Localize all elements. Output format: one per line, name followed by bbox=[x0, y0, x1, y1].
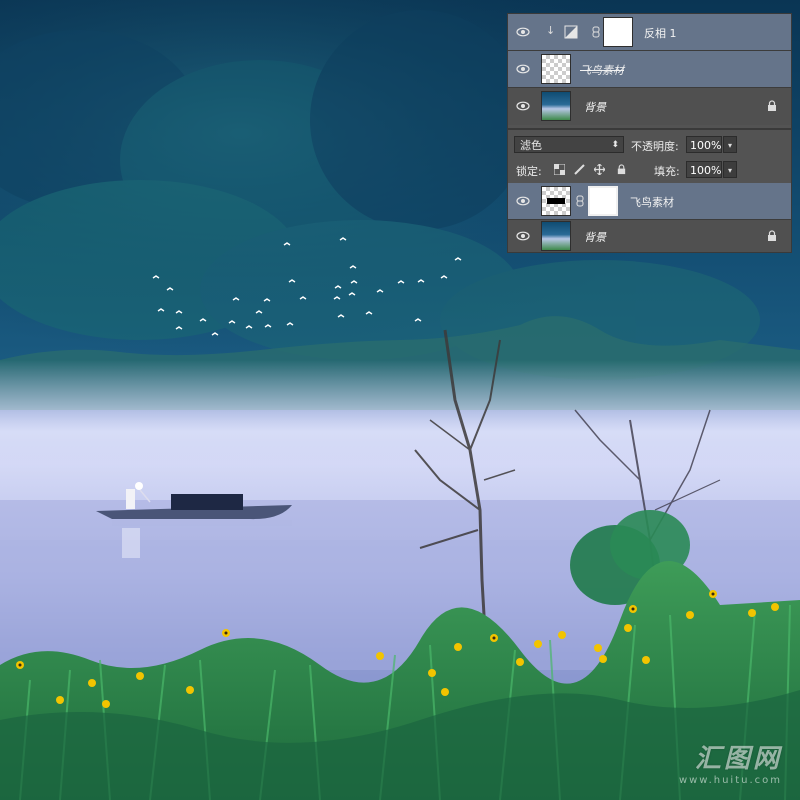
watermark-main: 汇图网 bbox=[694, 744, 782, 774]
opacity-label: 不透明度: bbox=[631, 140, 679, 153]
blend-row: 滤色 ⬍ 不透明度: 100% ▾ bbox=[508, 133, 791, 157]
fill-input[interactable]: 100% bbox=[686, 161, 722, 178]
eye-icon[interactable] bbox=[516, 195, 530, 207]
blend-mode-value: 滤色 bbox=[520, 139, 542, 152]
opacity-value: 100% bbox=[690, 139, 722, 152]
eye-icon[interactable] bbox=[516, 100, 530, 112]
invert-adjustment-icon bbox=[564, 25, 578, 39]
layers-panel-bottom: 滤色 ⬍ 不透明度: 100% ▾ 锁定: 填充: 100% ▾ 飞鸟素材 背景 bbox=[507, 129, 792, 253]
eye-icon[interactable] bbox=[516, 26, 530, 38]
lock-icon bbox=[768, 100, 776, 111]
layer-mask-thumbnail[interactable] bbox=[588, 186, 618, 216]
eye-icon[interactable] bbox=[516, 63, 530, 75]
layer-row-background[interactable]: 背景 bbox=[508, 220, 791, 252]
fill-value: 100% bbox=[690, 164, 722, 177]
opacity-input[interactable]: 100% bbox=[686, 136, 722, 153]
layer-thumbnail[interactable] bbox=[541, 91, 571, 121]
layer-name-label[interactable]: 背景 bbox=[584, 99, 606, 115]
lock-icon[interactable] bbox=[616, 164, 627, 175]
layer-thumbnail[interactable] bbox=[541, 186, 571, 216]
chevron-down-icon: ⬍ bbox=[611, 140, 619, 150]
watermark-sub: www.huitu.com bbox=[678, 775, 782, 786]
layer-row-invert[interactable]: ↓ 反相 1 bbox=[508, 14, 791, 51]
adjustment-clip-icon: ↓ bbox=[546, 24, 556, 37]
layers-panel-top: ↓ 反相 1 飞鸟素材 背景 bbox=[507, 13, 792, 129]
lock-row: 锁定: 填充: 100% ▾ bbox=[508, 158, 791, 182]
layer-row-birds[interactable]: 飞鸟素材 bbox=[508, 51, 791, 88]
fill-stepper[interactable]: ▾ bbox=[723, 161, 737, 178]
layer-row-background[interactable]: 背景 bbox=[508, 88, 791, 125]
fill-label: 填充: bbox=[654, 165, 680, 178]
transparency-lock-icon[interactable] bbox=[554, 164, 565, 175]
chain-icon[interactable] bbox=[576, 195, 584, 207]
chain-icon[interactable] bbox=[592, 26, 600, 38]
layer-mask-thumbnail[interactable] bbox=[603, 17, 633, 47]
layer-name-label[interactable]: 背景 bbox=[584, 229, 606, 245]
eye-icon[interactable] bbox=[516, 230, 530, 242]
lock-label: 锁定: bbox=[516, 165, 542, 178]
layer-name-label[interactable]: 飞鸟素材 bbox=[580, 62, 624, 78]
layer-thumbnail[interactable] bbox=[541, 221, 571, 251]
layer-row-birds-masked[interactable]: 飞鸟素材 bbox=[508, 183, 791, 220]
brush-icon[interactable] bbox=[574, 164, 585, 175]
opacity-stepper[interactable]: ▾ bbox=[723, 136, 737, 153]
blend-mode-dropdown[interactable]: 滤色 ⬍ bbox=[514, 136, 624, 153]
layer-name-label[interactable]: 飞鸟素材 bbox=[630, 194, 674, 210]
layer-name-label[interactable]: 反相 1 bbox=[644, 25, 677, 41]
layer-thumbnail[interactable] bbox=[541, 54, 571, 84]
lock-icon bbox=[768, 230, 776, 241]
move-icon[interactable] bbox=[594, 164, 605, 175]
watermark: 汇图网 www.huitu.com bbox=[679, 738, 782, 786]
